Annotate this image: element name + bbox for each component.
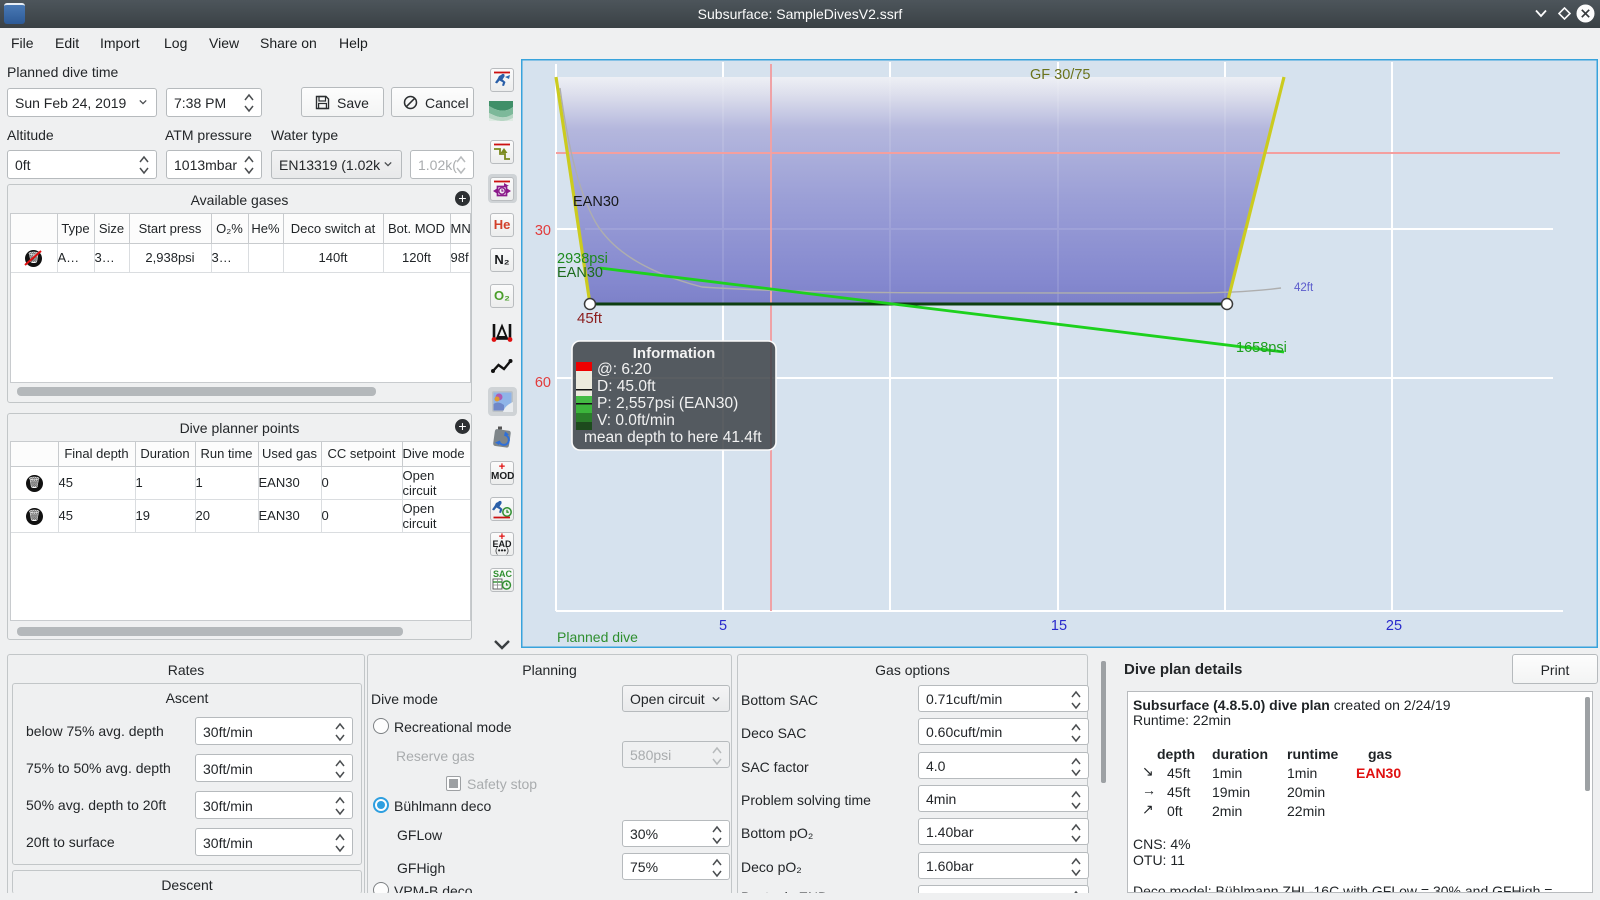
svg-text:EAN30: EAN30 — [557, 265, 603, 281]
svg-text:42ft: 42ft — [1294, 282, 1314, 294]
svg-text:1658psi: 1658psi — [1236, 340, 1287, 356]
svg-text:15: 15 — [1051, 618, 1067, 634]
svg-text:Planned dive: Planned dive — [557, 629, 638, 645]
svg-text:60: 60 — [535, 375, 551, 391]
svg-text:P: 2,557psi (EAN30): P: 2,557psi (EAN30) — [597, 395, 738, 412]
svg-text:@: 6:20: @: 6:20 — [597, 361, 652, 378]
svg-text:Information: Information — [633, 345, 716, 362]
svg-text:V: 0.0ft/min: V: 0.0ft/min — [597, 412, 675, 429]
svg-text:EAN30: EAN30 — [573, 194, 619, 210]
svg-text:45ft: 45ft — [577, 310, 603, 327]
svg-text:GF 30/75: GF 30/75 — [1030, 67, 1090, 83]
svg-text:D: 45.0ft: D: 45.0ft — [597, 378, 656, 395]
svg-text:mean depth to here 41.4ft: mean depth to here 41.4ft — [584, 429, 762, 446]
svg-text:25: 25 — [1386, 618, 1402, 634]
svg-text:30: 30 — [535, 223, 551, 239]
svg-text:5: 5 — [719, 618, 727, 634]
